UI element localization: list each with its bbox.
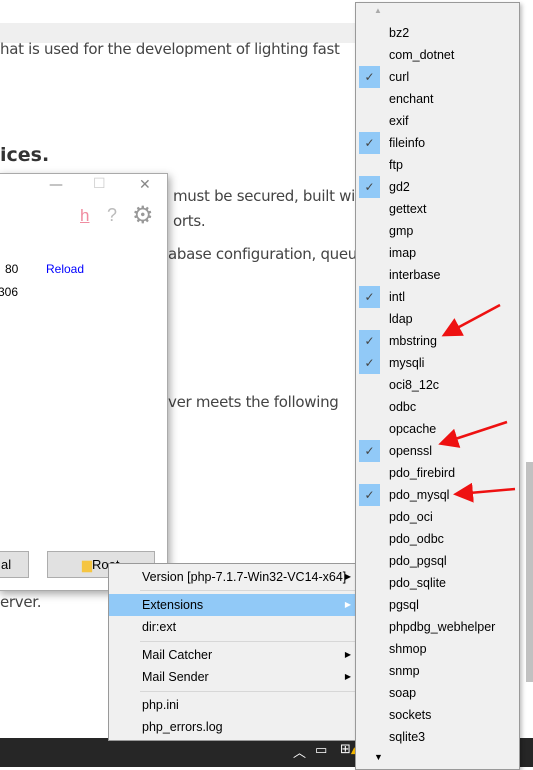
annotation-layer [438, 303, 516, 503]
red-arrow-openssl [438, 420, 508, 448]
red-arrow-mbstring [441, 303, 501, 337]
red-arrow-pdo-mysql [453, 482, 516, 503]
